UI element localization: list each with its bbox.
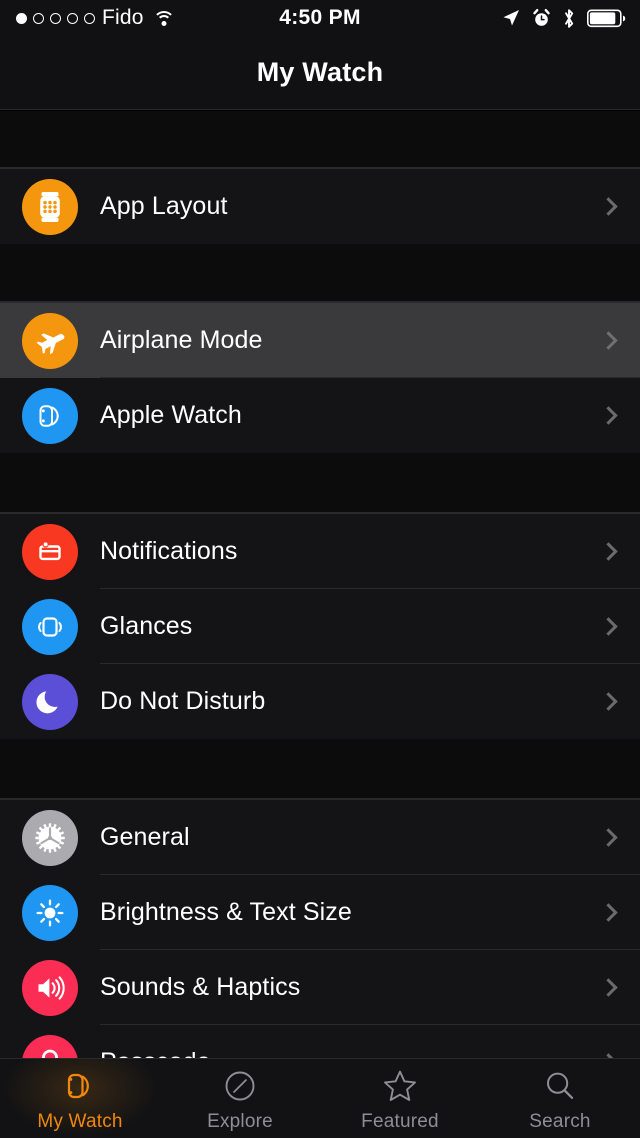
- section-system: General Brightness & Text Size: [0, 799, 640, 1100]
- section-gap-2: [0, 453, 640, 513]
- chevron-right-icon: [599, 406, 617, 424]
- list-item-label: Brightness & Text Size: [100, 898, 352, 927]
- watch-outline-icon: [60, 1065, 100, 1107]
- chevron-right-icon: [599, 617, 617, 635]
- compass-icon: [220, 1065, 260, 1107]
- chevron-right-icon: [599, 331, 617, 349]
- list-item-label: General: [100, 823, 190, 852]
- list-item-label: Airplane Mode: [100, 326, 263, 355]
- tab-label: Search: [529, 1111, 590, 1133]
- section-layout: App Layout: [0, 168, 640, 244]
- list-item-notifications[interactable]: Notifications: [0, 514, 640, 589]
- chevron-right-icon: [599, 828, 617, 846]
- app-layout-icon: [22, 179, 78, 235]
- status-bar-clock: 4:50 PM: [0, 6, 640, 30]
- status-bar: Fido 4:50 PM: [0, 0, 640, 36]
- chevron-right-icon: [599, 978, 617, 996]
- glances-icon: [22, 599, 78, 655]
- section-gap-top: [0, 111, 640, 168]
- list-item-label: Do Not Disturb: [100, 687, 265, 716]
- gear-icon: [22, 810, 78, 866]
- apple-watch-icon: [22, 388, 78, 444]
- tab-my-watch[interactable]: My Watch: [0, 1059, 160, 1138]
- section-gap-1: [0, 244, 640, 302]
- list-item-apple-watch[interactable]: Apple Watch: [0, 378, 640, 453]
- chevron-right-icon: [599, 197, 617, 215]
- list-item-label: Notifications: [100, 537, 237, 566]
- page-title: My Watch: [257, 57, 384, 88]
- list-item-do-not-disturb[interactable]: Do Not Disturb: [0, 664, 640, 739]
- brightness-icon: [22, 885, 78, 941]
- section-gap-3: [0, 739, 640, 799]
- chevron-right-icon: [599, 692, 617, 710]
- chevron-right-icon: [599, 542, 617, 560]
- section-alerts: Notifications Glances Do Not D: [0, 513, 640, 739]
- list-item-app-layout[interactable]: App Layout: [0, 169, 640, 244]
- chevron-right-icon: [599, 903, 617, 921]
- list-item-label: App Layout: [100, 192, 228, 221]
- list-item-label: Glances: [100, 612, 192, 641]
- tab-label: Explore: [207, 1111, 273, 1133]
- tab-search[interactable]: Search: [480, 1059, 640, 1138]
- list-item-brightness[interactable]: Brightness & Text Size: [0, 875, 640, 950]
- sounds-icon: [22, 960, 78, 1016]
- list-item-sounds[interactable]: Sounds & Haptics: [0, 950, 640, 1025]
- list-item-label: Sounds & Haptics: [100, 973, 300, 1002]
- tab-bar: My Watch Explore Featured Search: [0, 1058, 640, 1138]
- airplane-icon: [22, 313, 78, 369]
- navigation-bar: My Watch: [0, 36, 640, 110]
- section-device: Airplane Mode Apple Watch: [0, 302, 640, 453]
- tab-explore[interactable]: Explore: [160, 1059, 320, 1138]
- do-not-disturb-icon: [22, 674, 78, 730]
- list-item-airplane-mode[interactable]: Airplane Mode: [0, 303, 640, 378]
- search-icon: [540, 1065, 580, 1107]
- settings-list[interactable]: App Layout Airplane Mode: [0, 111, 640, 1138]
- tab-label: Featured: [361, 1111, 439, 1133]
- notifications-icon: [22, 524, 78, 580]
- tab-featured[interactable]: Featured: [320, 1059, 480, 1138]
- list-item-general[interactable]: General: [0, 800, 640, 875]
- tab-label: My Watch: [37, 1111, 122, 1133]
- list-item-label: Apple Watch: [100, 401, 242, 430]
- list-item-glances[interactable]: Glances: [0, 589, 640, 664]
- star-outline-icon: [380, 1065, 420, 1107]
